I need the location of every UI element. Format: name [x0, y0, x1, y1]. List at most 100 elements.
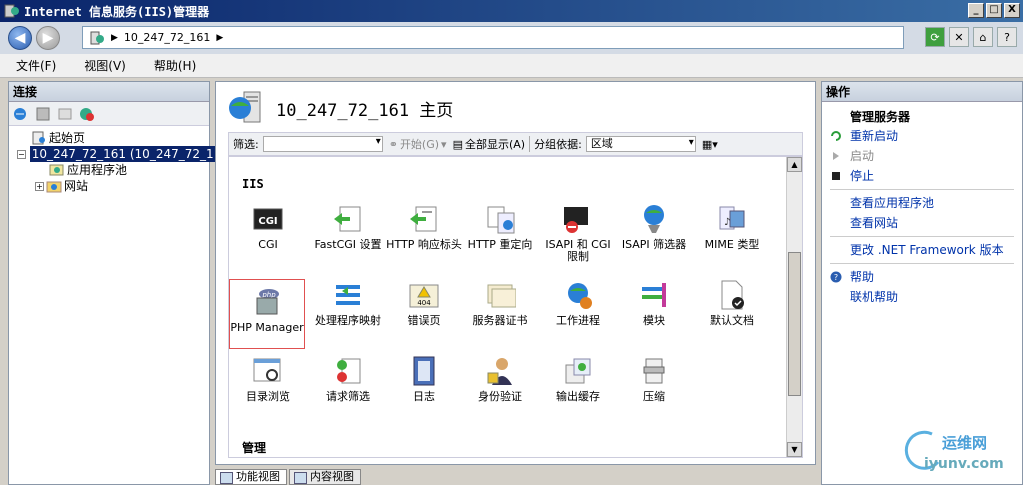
fastcgi-icon — [334, 206, 361, 232]
stop-icon: ✕ — [954, 30, 964, 44]
feature-server-certificates[interactable]: 服务器证书 — [462, 279, 538, 349]
group-by-select[interactable]: 区域 — [585, 136, 696, 152]
feature-label: 服务器证书 — [472, 314, 528, 327]
feature-http-redirect[interactable]: HTTP 重定向 — [462, 203, 538, 273]
tree-label: 10_247_72_161 (10_247_72_1 — [29, 146, 216, 162]
action-online-help[interactable]: 联机帮助 — [822, 287, 1022, 307]
feature-label: 工作进程 — [556, 314, 600, 327]
menu-view[interactable]: 视图(V) — [80, 55, 130, 76]
feature-isapi-filter[interactable]: ISAPI 筛选器 — [616, 203, 692, 273]
feature-request-filtering[interactable]: 请求筛选 — [310, 355, 386, 425]
feature-label: 请求筛选 — [326, 390, 370, 403]
feature-isapi-cgi[interactable]: ISAPI 和 CGI 限制 — [540, 203, 616, 273]
action-view-sites[interactable]: 查看网站 — [822, 213, 1022, 233]
up-icon[interactable] — [57, 106, 73, 122]
tree-item-server[interactable]: − 10_247_72_161 (10_247_72_1 — [9, 146, 216, 162]
isapi-cgi-icon — [564, 207, 588, 233]
vertical-scrollbar[interactable]: ▲ ▼ — [786, 157, 802, 457]
action-start[interactable]: 启动 — [822, 146, 1022, 166]
feature-label: HTTP 响应标头 — [386, 238, 462, 251]
back-button[interactable]: ◀ — [8, 26, 32, 50]
tree-item-start-page[interactable]: 起始页 — [9, 130, 209, 146]
stop-button[interactable]: ✕ — [949, 27, 969, 47]
feature-directory-browsing[interactable]: 目录浏览 — [230, 355, 306, 425]
feature-php-manager[interactable]: php PHP Manager — [229, 279, 305, 349]
window-title: Internet 信息服务(IIS)管理器 — [24, 4, 210, 19]
http-headers-icon — [410, 206, 437, 232]
scroll-up-icon[interactable]: ▲ — [787, 157, 802, 172]
filter-input[interactable] — [262, 136, 383, 152]
watermark-url: iyunv.com — [924, 456, 1004, 472]
start-filter-button[interactable]: ⚭ 开始(G) ▾ — [389, 136, 447, 152]
feature-cgi[interactable]: CGI CGI — [230, 203, 306, 273]
breadcrumb-arrow-icon[interactable]: ▶ — [216, 33, 223, 43]
show-all-label: 全部显示(A) — [464, 138, 526, 151]
svg-text:?: ? — [834, 273, 838, 282]
divider — [830, 236, 1014, 237]
connect-icon[interactable] — [13, 106, 29, 122]
feature-handler-mappings[interactable]: 处理程序映射 — [310, 279, 386, 349]
action-label: 更改 .NET Framework 版本 — [850, 243, 1004, 257]
action-label: 帮助 — [850, 270, 875, 284]
feature-authentication[interactable]: 身份验证 — [462, 355, 538, 425]
home-button[interactable]: ⌂ — [973, 27, 993, 47]
save-icon[interactable] — [35, 106, 51, 122]
action-change-dotnet-version[interactable]: 更改 .NET Framework 版本 — [822, 240, 1022, 260]
feature-compression[interactable]: 压缩 — [616, 355, 692, 425]
action-stop[interactable]: 停止 — [822, 166, 1022, 186]
refresh-icon: ⟳ — [930, 30, 940, 44]
actions-panel: 操作 管理服务器 重新启动 启动 停止 查看应用程序池 查看网站 更改 .NET… — [821, 81, 1023, 485]
view-tabs: 功能视图 内容视图 — [215, 469, 363, 485]
tab-content-view[interactable]: 内容视图 — [289, 469, 361, 485]
expand-icon[interactable]: + — [35, 181, 44, 191]
restart-icon — [831, 131, 841, 141]
feature-label: ISAPI 筛选器 — [621, 238, 687, 251]
help-button[interactable]: ? — [997, 27, 1017, 47]
feature-modules[interactable]: 模块 — [616, 279, 692, 349]
stop-icon — [832, 172, 840, 180]
breadcrumb-server[interactable]: 10_247_72_161 — [124, 31, 211, 44]
feature-output-caching[interactable]: 输出缓存 — [540, 355, 616, 425]
tab-features-view[interactable]: 功能视图 — [215, 469, 287, 485]
scroll-down-icon[interactable]: ▼ — [787, 442, 802, 457]
svg-text:CGI: CGI — [258, 216, 277, 227]
address-bar[interactable]: ▶ 10_247_72_161 ▶ — [82, 26, 904, 49]
feature-error-pages[interactable]: 404 错误页 — [386, 279, 462, 349]
menu-help[interactable]: 帮助(H) — [150, 55, 200, 76]
action-help[interactable]: ? 帮助 — [822, 267, 1022, 287]
feature-logging[interactable]: 日志 — [386, 355, 462, 425]
minimize-button[interactable]: _ — [968, 3, 984, 18]
collapse-icon[interactable]: − — [17, 149, 26, 159]
feature-mime-types[interactable]: ♪ MIME 类型 — [694, 203, 770, 273]
action-view-app-pools[interactable]: 查看应用程序池 — [822, 193, 1022, 213]
forward-button[interactable]: ▶ — [36, 26, 60, 50]
modules-icon — [642, 283, 666, 307]
tree-item-app-pools[interactable]: 应用程序池 — [9, 162, 209, 178]
close-button[interactable]: X — [1004, 3, 1020, 18]
disconnect-icon[interactable] — [79, 106, 95, 122]
feature-label: 身份验证 — [478, 390, 522, 403]
watermark: 运维网 iyunv.com — [902, 428, 1014, 480]
feature-http-headers[interactable]: HTTP 响应标头 — [386, 203, 462, 273]
connections-tree: 起始页 − 10_247_72_161 (10_247_72_1 应用程序池 +… — [9, 126, 216, 194]
show-all-button[interactable]: ▤ 全部显示(A) — [453, 136, 526, 152]
feature-fastcgi[interactable]: FastCGI 设置 — [310, 203, 386, 273]
view-mode-button[interactable]: ▦▾ — [702, 138, 718, 151]
feature-label: FastCGI 设置 — [314, 238, 382, 251]
section-manage: 管理 — [242, 441, 267, 455]
watermark-text: 运维网 — [942, 434, 988, 452]
arrow-right-icon: ▶ — [42, 30, 54, 46]
maximize-button[interactable]: □ — [986, 3, 1002, 18]
feature-default-document[interactable]: 默认文档 — [694, 279, 770, 349]
refresh-button[interactable]: ⟳ — [925, 27, 945, 47]
tree-item-sites[interactable]: + 网站 — [9, 178, 209, 194]
menu-file[interactable]: 文件(F) — [12, 55, 60, 76]
divider — [830, 263, 1014, 264]
http-redirect-icon — [487, 206, 515, 234]
default-document-icon — [721, 280, 744, 310]
feature-worker-processes[interactable]: 工作进程 — [540, 279, 616, 349]
certificate-icon — [487, 284, 516, 308]
scroll-thumb[interactable] — [788, 252, 801, 396]
action-restart[interactable]: 重新启动 — [822, 126, 1022, 146]
features-list[interactable]: IIS CGI CGI FastCGI 设置 HTTP 响应标头 HTTP 重定… — [228, 156, 803, 458]
